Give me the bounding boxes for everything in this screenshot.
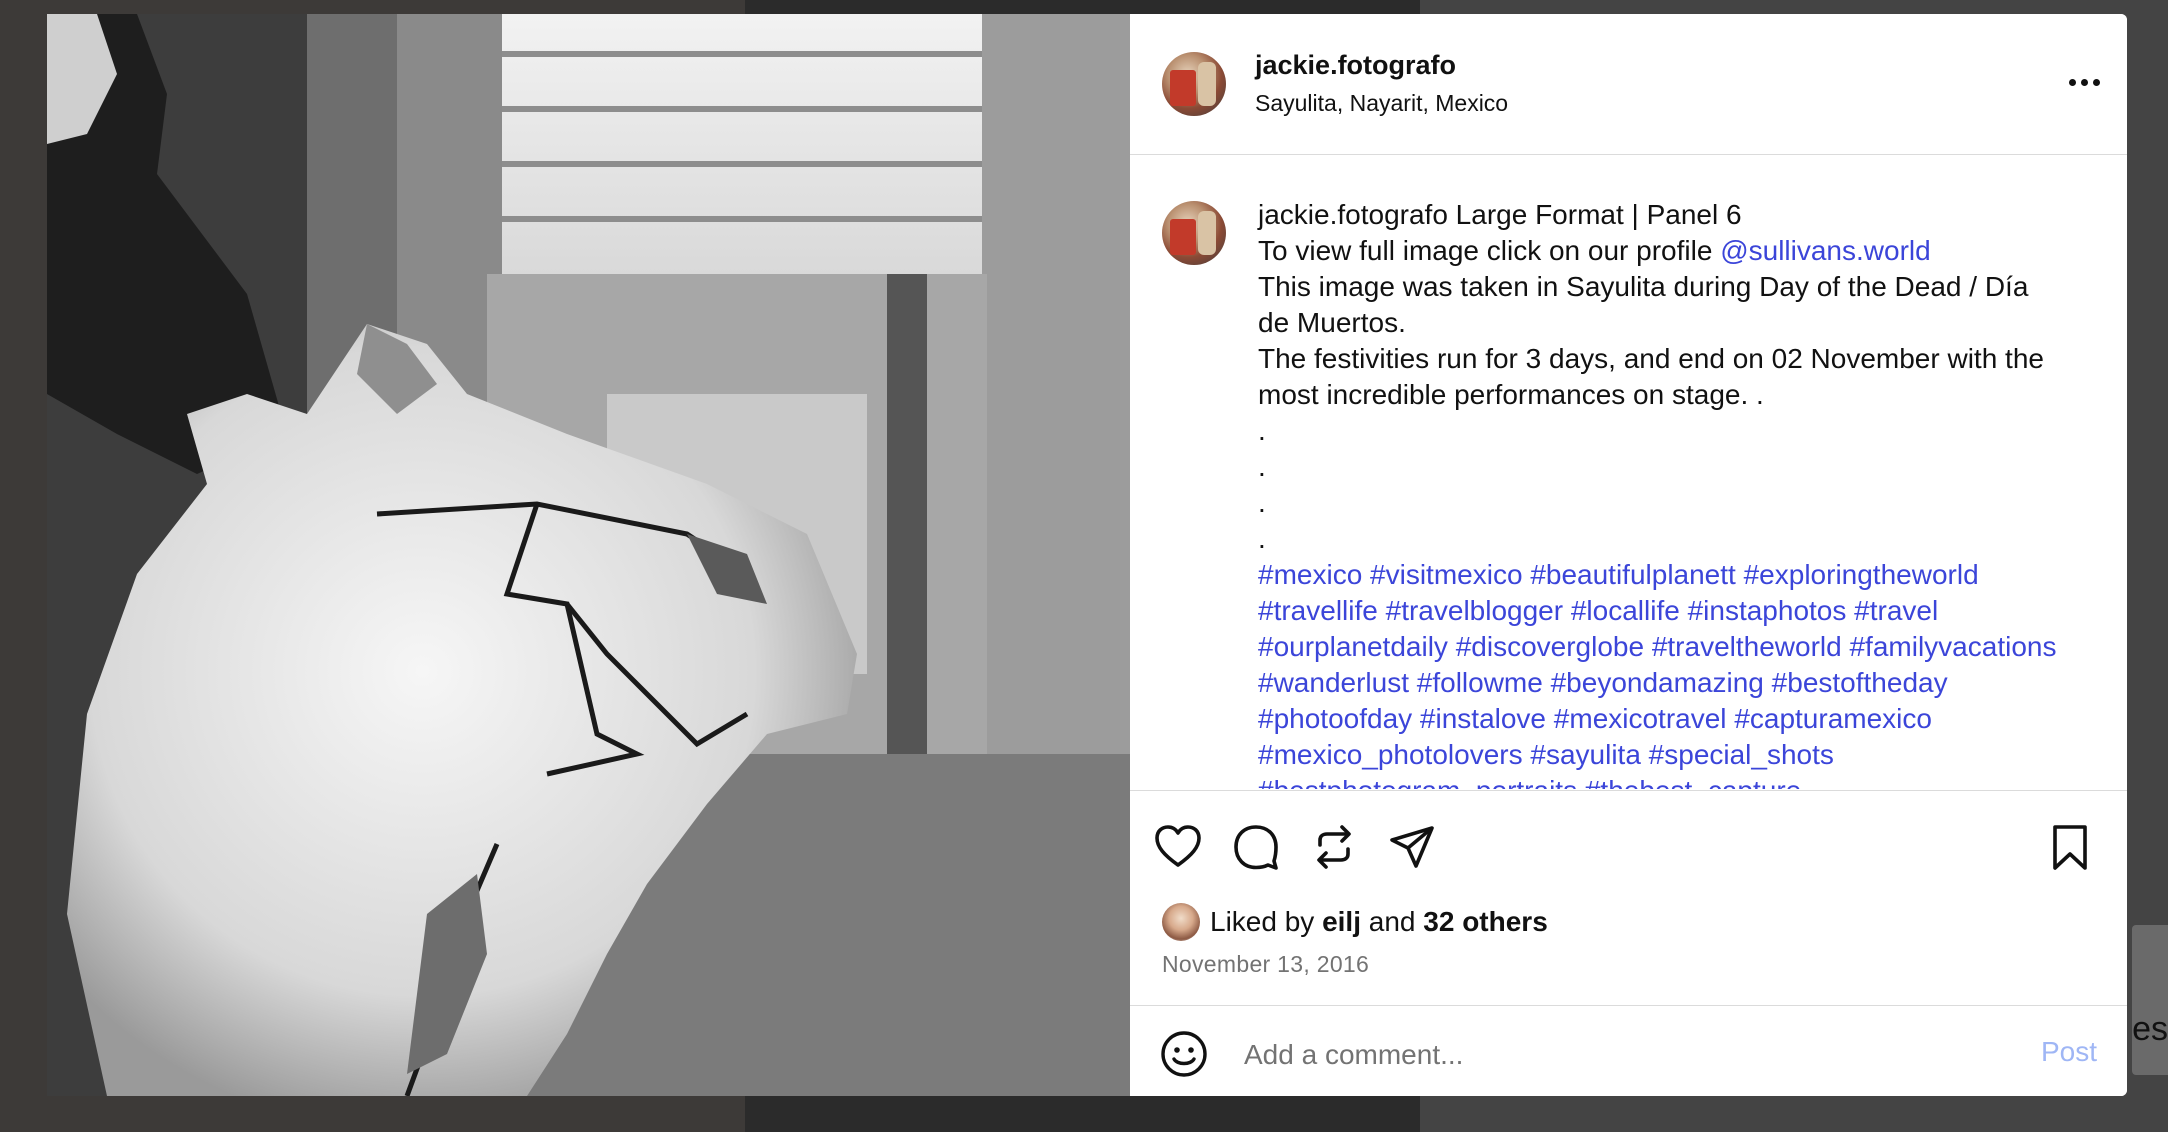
hashtag-link[interactable]: #bestphotogram_portraits [1258, 775, 1577, 789]
share-icon[interactable] [1386, 821, 1438, 873]
likes-prefix: Liked by [1210, 906, 1315, 937]
comments-area: jackie.fotografo Large Format | Panel 6 … [1130, 155, 2127, 789]
hashtag-link[interactable]: #discoverglobe [1456, 631, 1644, 662]
post-side-panel: jackie.fotografo Sayulita, Nayarit, Mexi… [1130, 14, 2127, 1096]
post-header: jackie.fotografo Sayulita, Nayarit, Mexi… [1130, 14, 2127, 155]
repost-icon[interactable] [1308, 821, 1360, 873]
caption-line-4: The festivities run for 3 days, and end … [1258, 343, 2044, 410]
caption-dot: . [1258, 415, 1266, 446]
hashtag-link[interactable]: #travellife [1258, 595, 1378, 626]
hashtag-link[interactable]: #mexicotravel [1554, 703, 1727, 734]
hashtag-link[interactable]: #traveltheworld [1652, 631, 1842, 662]
hashtag-link[interactable]: #thebest_capture [1585, 775, 1801, 789]
post-modal: jackie.fotografo Sayulita, Nayarit, Mexi… [47, 14, 2127, 1096]
liker-username[interactable]: eilj [1322, 906, 1361, 938]
liker-avatar[interactable] [1162, 903, 1200, 941]
background-card [2132, 925, 2168, 1075]
hashtag-link[interactable]: #photoofday [1258, 703, 1412, 734]
hashtag-link[interactable]: #ourplanetdaily [1258, 631, 1448, 662]
hashtag-link[interactable]: #beyondamazing [1551, 667, 1764, 698]
post-caption: jackie.fotografo Large Format | Panel 6 … [1258, 197, 2058, 789]
hashtag-link[interactable]: #travelblogger [1386, 595, 1563, 626]
hashtag-link[interactable]: #special_shots [1649, 739, 1834, 770]
comment-bar: Post [1130, 1005, 2127, 1096]
likes-summary: Liked by eilj and 32 others [1162, 902, 1548, 942]
hashtag-link[interactable]: #sayulita [1530, 739, 1641, 770]
hashtag-link[interactable]: #locallife [1571, 595, 1680, 626]
hashtag-link[interactable]: #instaphotos [1688, 595, 1847, 626]
comment-icon[interactable] [1230, 821, 1282, 873]
caption-dot: . [1258, 523, 1266, 554]
hashtag-link[interactable]: #travel [1854, 595, 1938, 626]
author-username[interactable]: jackie.fotografo [1255, 50, 1456, 81]
author-avatar[interactable] [1162, 52, 1226, 116]
hashtag-link[interactable]: #exploringtheworld [1744, 559, 1979, 590]
hashtag-link[interactable]: #wanderlust [1258, 667, 1409, 698]
more-options-icon[interactable] [2069, 72, 2105, 92]
caption-line-3: This image was taken in Sayulita during … [1258, 271, 2029, 338]
comment-input[interactable] [1242, 1032, 1946, 1078]
likes-others-link[interactable]: 32 others [1423, 906, 1548, 938]
bookmark-icon[interactable] [2044, 821, 2096, 873]
heart-icon[interactable] [1152, 821, 1204, 873]
hashtag-link[interactable]: #instalove [1420, 703, 1546, 734]
likes-middle: and [1368, 906, 1416, 937]
hashtag-link[interactable]: #followme [1417, 667, 1543, 698]
hashtag-link[interactable]: #mexico_photolovers [1258, 739, 1523, 770]
caption-avatar[interactable] [1162, 201, 1226, 265]
post-location[interactable]: Sayulita, Nayarit, Mexico [1255, 90, 1508, 117]
caption-dot: . [1258, 487, 1266, 518]
caption-line-2: To view full image click on our profile [1258, 235, 1713, 266]
post-date[interactable]: November 13, 2016 [1162, 951, 1369, 978]
emoji-smile-icon[interactable] [1160, 1030, 1208, 1078]
caption-username[interactable]: jackie.fotografo [1258, 199, 1448, 230]
background-partial-text: es [2132, 1010, 2168, 1048]
mention-link[interactable]: @sullivans.world [1720, 235, 1931, 266]
hashtag-link[interactable]: #familyvacations [1849, 631, 2056, 662]
hashtag-block: #mexico #visitmexico #beautifulplanett #… [1258, 557, 2058, 789]
hashtag-link[interactable]: #mexico [1258, 559, 1362, 590]
hashtag-link[interactable]: #bestoftheday [1772, 667, 1948, 698]
post-photo [47, 14, 1130, 1096]
hashtag-link[interactable]: #capturamexico [1734, 703, 1932, 734]
caption-title: Large Format | Panel 6 [1455, 199, 1742, 230]
post-comment-button[interactable]: Post [2041, 1036, 2097, 1068]
hashtag-link[interactable]: #beautifulplanett [1530, 559, 1736, 590]
caption-dot: . [1258, 451, 1266, 482]
post-actions: Liked by eilj and 32 others November 13,… [1130, 790, 2127, 1096]
hashtag-link[interactable]: #visitmexico [1370, 559, 1522, 590]
